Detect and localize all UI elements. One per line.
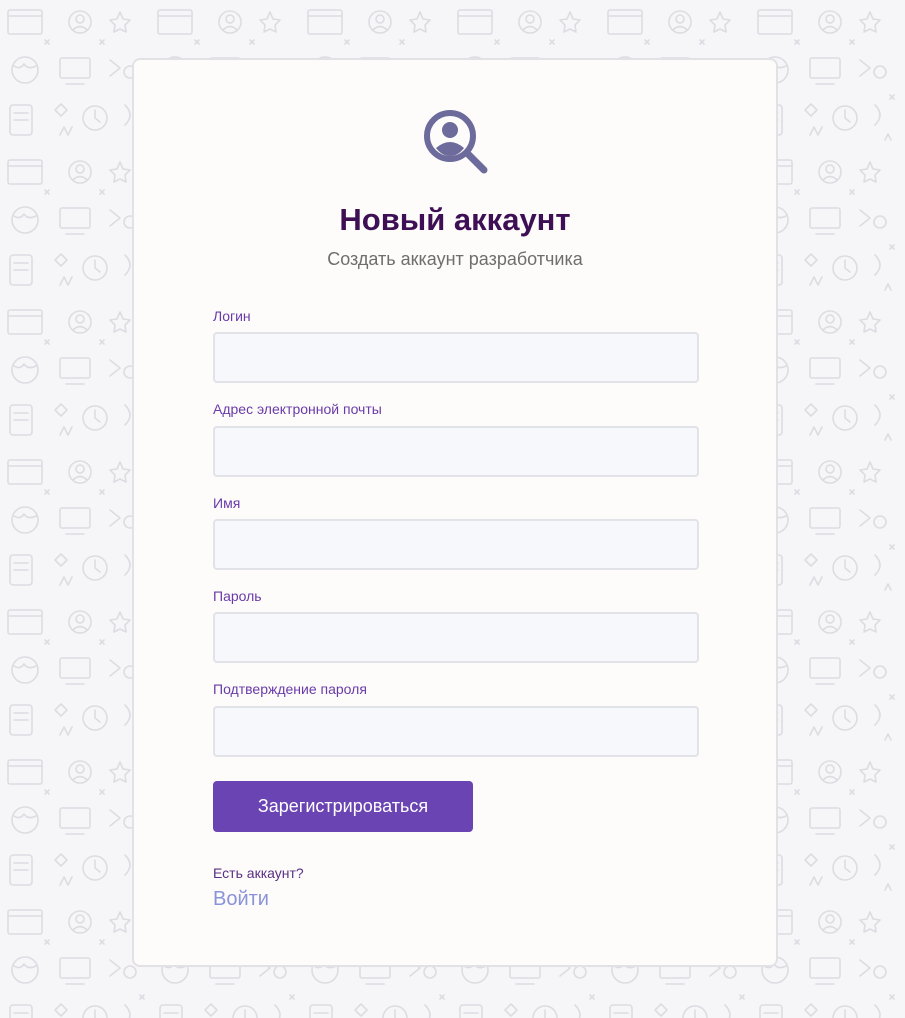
signup-card: Новый аккаунт Создать аккаунт разработчи…	[132, 58, 778, 967]
email-label: Адрес электронной почты	[213, 401, 382, 417]
password-confirm-label: Подтверждение пароля	[213, 681, 367, 697]
have-account-text: Есть аккаунт?	[213, 865, 304, 881]
login-input[interactable]	[213, 332, 699, 383]
page-title: Новый аккаунт	[339, 202, 571, 237]
email-input[interactable]	[213, 426, 699, 477]
name-label: Имя	[213, 495, 241, 511]
register-button[interactable]: Зарегистрироваться	[213, 781, 473, 832]
login-label: Логин	[213, 308, 251, 324]
password-input[interactable]	[213, 612, 699, 663]
user-search-icon	[424, 110, 488, 174]
name-input[interactable]	[213, 519, 699, 570]
password-confirm-input[interactable]	[213, 706, 699, 757]
page-subtitle: Создать аккаунт разработчика	[327, 249, 583, 269]
login-link[interactable]: Войти	[213, 888, 269, 911]
password-label: Пароль	[213, 588, 262, 604]
